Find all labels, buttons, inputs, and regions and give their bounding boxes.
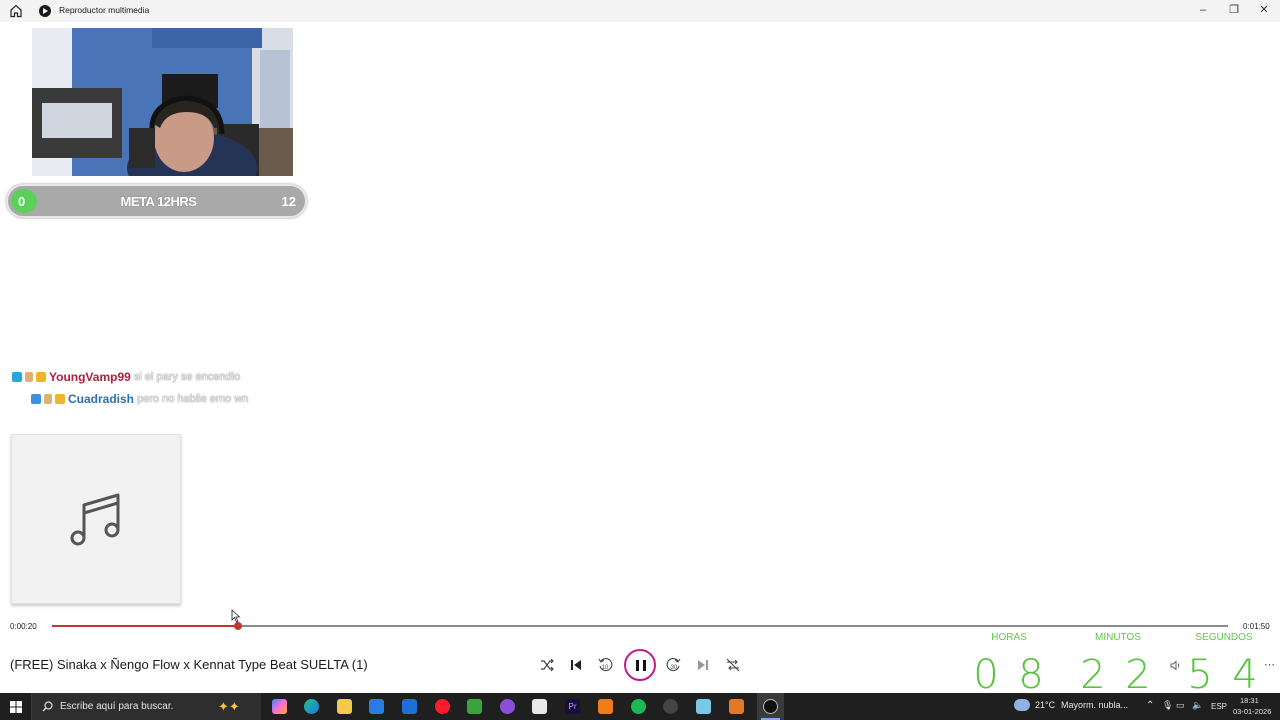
fl-studio-icon[interactable]: [729, 699, 744, 714]
premiere-pro-icon[interactable]: Pr: [565, 699, 580, 714]
taskbar: Escribe aquí para buscar. ✦✦ Pr 21°C May…: [0, 693, 1280, 720]
forward-30-icon[interactable]: 30: [666, 657, 682, 673]
close-button[interactable]: ✕: [1257, 3, 1271, 17]
countdown-digit-minutes-ones: 2: [1118, 651, 1158, 699]
chat-text: si el pary se encendio: [133, 371, 241, 383]
copilot-icon[interactable]: [272, 699, 287, 714]
pause-button[interactable]: [624, 649, 656, 681]
spotify-icon[interactable]: [631, 699, 646, 714]
minecraft-icon[interactable]: [467, 699, 482, 714]
microsoft-store-icon[interactable]: [369, 699, 384, 714]
speaker-icon[interactable]: 🔈: [1192, 700, 1203, 711]
clock-date[interactable]: 03-01-2026: [1233, 707, 1271, 716]
countdown-minutes-label: MINUTOS: [1095, 632, 1141, 643]
countdown-digit-seconds-ones: 4: [1225, 651, 1265, 699]
countdown-hours-label: HORAS: [991, 632, 1027, 643]
search-placeholder: Escribe aquí para buscar.: [60, 701, 174, 712]
countdown-digit-hours-tens: 0: [966, 651, 1006, 699]
total-duration: 0:01:50: [1243, 622, 1270, 631]
seek-bar-thumb[interactable]: [233, 622, 242, 630]
chat-message: YoungVamp99 si el pary se encendio: [12, 369, 240, 385]
network-icon[interactable]: ▭: [1176, 700, 1185, 711]
edge-browser-icon[interactable]: [304, 699, 319, 714]
forward-seconds-label: 30: [671, 665, 678, 671]
weather-temperature[interactable]: 21°C: [1035, 700, 1055, 710]
next-icon[interactable]: [695, 657, 711, 673]
clock-time[interactable]: 18:31: [1240, 696, 1259, 705]
rewind-seconds-label: 10: [602, 665, 609, 671]
notepad-icon[interactable]: [696, 699, 711, 714]
elapsed-time: 0:00:20: [10, 622, 37, 631]
maximize-button[interactable]: ❐: [1227, 3, 1241, 17]
seek-bar-progress: [52, 625, 238, 627]
chat-username: YoungVamp99: [49, 370, 131, 384]
home-icon[interactable]: [10, 4, 22, 18]
more-options-icon[interactable]: ⋯: [1264, 658, 1275, 671]
crown-badge-icon: [55, 394, 65, 404]
pause-icon: [636, 660, 639, 671]
badge-icon: [25, 372, 33, 382]
goal-label: META 12HRS: [120, 194, 197, 209]
chat-message: Cuadradish pero no hablie emo wn: [31, 391, 248, 407]
file-explorer-icon[interactable]: [337, 699, 352, 714]
obs-icon[interactable]: [663, 699, 678, 714]
badge-icon: [12, 372, 22, 382]
taskbar-search-box[interactable]: Escribe aquí para buscar. ✦✦: [31, 693, 261, 720]
windows-start-icon[interactable]: [10, 701, 22, 713]
media-player-icon: [763, 699, 778, 714]
mail-icon[interactable]: [402, 699, 417, 714]
media-player-app-icon: [39, 5, 51, 17]
media-player-taskbar-button[interactable]: [757, 693, 784, 720]
previous-icon[interactable]: [568, 657, 584, 673]
volume-icon[interactable]: [1170, 660, 1181, 671]
badge-icon: [44, 394, 52, 404]
microphone-icon[interactable]: 🎙: [1162, 700, 1173, 711]
countdown-digit-minutes-tens: 2: [1073, 651, 1113, 699]
track-title: (FREE) Sinaka x Ñengo Flow x Kennat Type…: [10, 657, 368, 672]
pause-icon: [643, 660, 646, 671]
opera-browser-icon[interactable]: [435, 699, 450, 714]
weather-description[interactable]: Mayorm. nubla...: [1061, 700, 1128, 710]
countdown-seconds-label: SEGUNDOS: [1195, 632, 1253, 643]
goal-target-value: 12: [281, 194, 296, 209]
crown-badge-icon: [36, 372, 46, 382]
chat-text: pero no hablie emo wn: [137, 393, 249, 405]
chevron-up-icon[interactable]: ⌃: [1146, 700, 1154, 711]
capcut-icon[interactable]: [532, 699, 547, 714]
rewind-10-icon[interactable]: 10: [597, 657, 613, 673]
countdown-digit-seconds-tens: 5: [1180, 651, 1220, 699]
title-bar: Reproductor multimedia – ❐ ✕: [0, 0, 1280, 22]
shuffle-icon[interactable]: [539, 657, 555, 673]
discord-icon[interactable]: [500, 699, 515, 714]
input-language[interactable]: ESP: [1211, 702, 1227, 711]
goal-progress-bar: 0 META 12HRS 12: [6, 184, 307, 218]
countdown-digit-hours-ones: 8: [1011, 651, 1051, 699]
minimize-button[interactable]: –: [1196, 3, 1210, 17]
weather-cloud-icon: [1014, 699, 1030, 711]
repeat-off-icon[interactable]: [725, 657, 741, 673]
mouse-cursor-icon: [231, 609, 241, 623]
sparkle-icon: ✦✦: [218, 699, 240, 714]
album-art: [11, 434, 181, 604]
webcam-scene-image: [32, 28, 293, 176]
chat-username: Cuadradish: [68, 392, 135, 406]
webcam-video: [32, 28, 293, 176]
search-icon: [42, 701, 53, 712]
app-a-icon[interactable]: [598, 699, 613, 714]
window-title: Reproductor multimedia: [59, 5, 150, 15]
music-note-icon: [70, 493, 120, 546]
badge-icon: [31, 394, 41, 404]
